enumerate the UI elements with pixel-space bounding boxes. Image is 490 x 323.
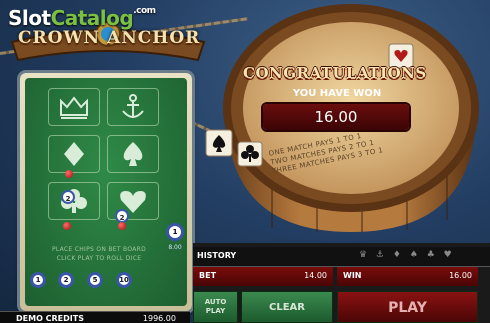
bet-board: 2 2 (20, 73, 192, 311)
play-button[interactable]: PLAY (337, 291, 478, 323)
bet-label: BET (199, 271, 217, 280)
watermark-slot: Slot (8, 6, 51, 30)
crown-icon (60, 96, 88, 119)
total-bet-value: 8.00 (168, 244, 182, 251)
die-spade (205, 129, 233, 157)
watermark: SlotCatalog.com (8, 6, 156, 30)
bet-chip-heart[interactable]: 2 (115, 209, 129, 223)
autoplay-label: PLAY (205, 307, 226, 315)
total-bet-chip: 1 (166, 223, 184, 241)
bet-cell-club[interactable] (48, 182, 100, 220)
watermark-catalog: Catalog (50, 6, 134, 30)
board-felt: 2 2 (25, 78, 187, 306)
bet-value: 14.00 (304, 271, 327, 280)
chip-marker (63, 222, 71, 230)
clear-button[interactable]: CLEAR (241, 291, 333, 323)
history-label: HISTORY (197, 251, 237, 260)
bet-cell-crown[interactable] (48, 88, 100, 126)
credits-value: 1996.00 (142, 314, 176, 323)
chip-denomination-1[interactable]: 1 (30, 272, 46, 288)
credits-label: DEMO CREDITS (16, 314, 84, 323)
chip-denomination-10[interactable]: 10 (116, 272, 132, 288)
win-display: WIN 16.00 (337, 267, 478, 286)
history-bar[interactable]: HISTORY ♛ ⚓ ♦ ♠ ♣ ♥ (193, 247, 490, 267)
bet-cell-diamond[interactable] (48, 135, 100, 173)
chip-marker (118, 222, 126, 230)
watermark-com: .com (133, 6, 156, 16)
autoplay-label: AUTO (204, 298, 227, 306)
spade-icon (123, 142, 143, 166)
game-screen: CROWN ANCHOR SlotCatalog.com CONGRATULAT… (0, 0, 490, 323)
die-club (237, 141, 263, 167)
win-subtitle: YOU HAVE WON (292, 88, 382, 99)
win-banner: CONGRATULATIONS (243, 64, 427, 82)
instruction-line: CLICK PLAY TO ROLL DICE (56, 255, 142, 262)
board-instructions: PLACE CHIPS ON BET BOARD CLICK PLAY TO R… (24, 245, 174, 263)
bet-cell-spade[interactable] (107, 135, 159, 173)
bet-display: BET 14.00 (193, 267, 333, 286)
chip-marker (65, 170, 73, 178)
win-label: WIN (343, 271, 362, 280)
instruction-line: PLACE CHIPS ON BET BOARD (51, 246, 147, 253)
game-title: CROWN ANCHOR (18, 28, 201, 48)
bet-cell-anchor[interactable] (107, 88, 159, 126)
anchor-icon (122, 94, 144, 118)
win-value: 16.00 (449, 271, 472, 280)
bet-chip-club[interactable]: 2 (61, 190, 75, 204)
credits-bar: DEMO CREDITS 1996.00 (0, 311, 190, 323)
control-panel: HISTORY ♛ ⚓ ♦ ♠ ♣ ♥ BET 14.00 WIN 16.00 … (193, 243, 490, 323)
bet-win-row: BET 14.00 WIN 16.00 (193, 267, 490, 286)
chip-denomination-5[interactable]: 5 (87, 272, 103, 288)
diamond-icon (64, 142, 84, 166)
autoplay-button[interactable]: AUTO PLAY (193, 291, 238, 323)
action-buttons: AUTO PLAY CLEAR PLAY (193, 291, 490, 323)
chip-denomination-2[interactable]: 2 (58, 272, 74, 288)
history-symbols-icon: ♛ ⚓ ♦ ♠ ♣ ♥ (359, 250, 455, 260)
